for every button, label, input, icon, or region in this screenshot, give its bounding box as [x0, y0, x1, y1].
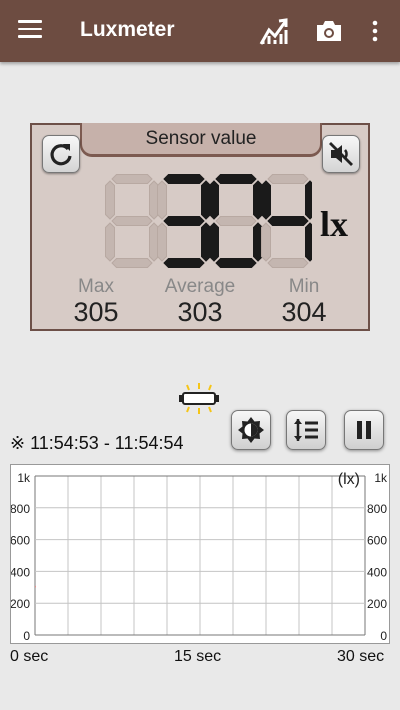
y-tick-left-600: 600 [11, 534, 30, 548]
digit-2-segment-d [215, 258, 257, 268]
digit-3-segment-d [267, 258, 309, 268]
lux-unit: lx [320, 204, 349, 244]
y-tick-left-400: 400 [11, 565, 30, 579]
digit-2-segment-a [215, 174, 257, 184]
lux-chart: 1k 1k 800 800 600 600 400 400 200 200 0 0 (lx) [10, 464, 390, 644]
average-stat: Average 303 [160, 276, 240, 328]
mute-button[interactable] [322, 135, 360, 173]
y-tick-right-800: 800 [367, 502, 387, 516]
x-tick-0: 0 sec [10, 648, 49, 665]
y-tick-left-800: 800 [11, 502, 30, 516]
max-stat: Max 305 [68, 276, 124, 328]
brightness-button[interactable] [231, 410, 271, 450]
digit-2-segment-g [215, 216, 257, 226]
y-tick-left-1k: 1k [17, 471, 31, 485]
y-tick-right-400: 400 [367, 565, 387, 579]
digit-0-segment-d [111, 258, 153, 268]
vertical-scale-icon [294, 419, 318, 441]
digit-3-segment-e [261, 222, 271, 262]
more-vert-icon[interactable] [358, 14, 392, 48]
digit-2-segment-e [209, 222, 219, 262]
menu-icon[interactable] [18, 20, 42, 40]
digit-3-segment-g [267, 216, 309, 226]
lamp-icon [175, 380, 223, 421]
digit-0-segment-a [111, 174, 153, 184]
digit-1-segment-e [157, 222, 167, 262]
digit-3-segment-f [261, 180, 271, 220]
y-tick-left-0: 0 [23, 629, 30, 643]
app-bar: Luxmeter [0, 0, 400, 62]
min-label: Min [288, 276, 320, 297]
y-tick-left-200: 200 [11, 597, 30, 611]
digit-3-segment-c [305, 222, 312, 262]
digit-0-segment-g [111, 216, 153, 226]
camera-icon[interactable] [312, 14, 346, 48]
app-title: Luxmeter [80, 18, 175, 41]
y-tick-right-600: 600 [367, 534, 387, 548]
max-value: 305 [73, 297, 119, 327]
scale-button[interactable] [286, 410, 326, 450]
reset-button[interactable] [42, 135, 80, 173]
refresh-icon [50, 144, 72, 166]
y-tick-right-1k: 1k [374, 471, 388, 485]
y-tick-right-0: 0 [380, 629, 387, 643]
digit-2-segment-f [209, 180, 219, 220]
digit-1-segment-f [157, 180, 167, 220]
volume-off-icon [329, 142, 353, 166]
min-stat: Min 304 [276, 276, 332, 328]
pause-button[interactable] [344, 410, 384, 450]
lux-readout [105, 174, 312, 268]
brightness-icon [238, 417, 264, 443]
sensor-panel: Sensor value 304 lx Max 305 Average 303 … [30, 123, 370, 331]
y-tick-right-200: 200 [367, 597, 387, 611]
x-tick-15: 15 sec [174, 648, 222, 665]
sensor-header: Sensor value [80, 123, 322, 157]
digit-1-segment-d [163, 258, 205, 268]
digit-1-segment-a [163, 174, 205, 184]
digit-3-segment-a [267, 174, 309, 184]
pause-icon [357, 421, 371, 439]
lux-chart-plot: 1k 1k 800 800 600 600 400 400 200 200 0 0 (lx) [10, 471, 388, 643]
digit-3-segment-b [305, 180, 312, 220]
digit-0-segment-f [105, 180, 115, 220]
digit-1-segment-g [163, 216, 205, 226]
x-tick-30: 30 sec [337, 648, 385, 665]
sensor-header-label: Sensor value [82, 123, 320, 154]
average-value: 303 [177, 297, 223, 327]
y-unit-label: (lx) [338, 471, 360, 488]
chart-trend-icon[interactable] [257, 14, 291, 48]
time-range: ※ 11:54:53 - 11:54:54 [10, 433, 184, 453]
digit-0-segment-e [105, 222, 115, 262]
min-value: 304 [281, 297, 327, 327]
max-label: Max [78, 276, 114, 297]
average-label: Average [164, 276, 236, 297]
